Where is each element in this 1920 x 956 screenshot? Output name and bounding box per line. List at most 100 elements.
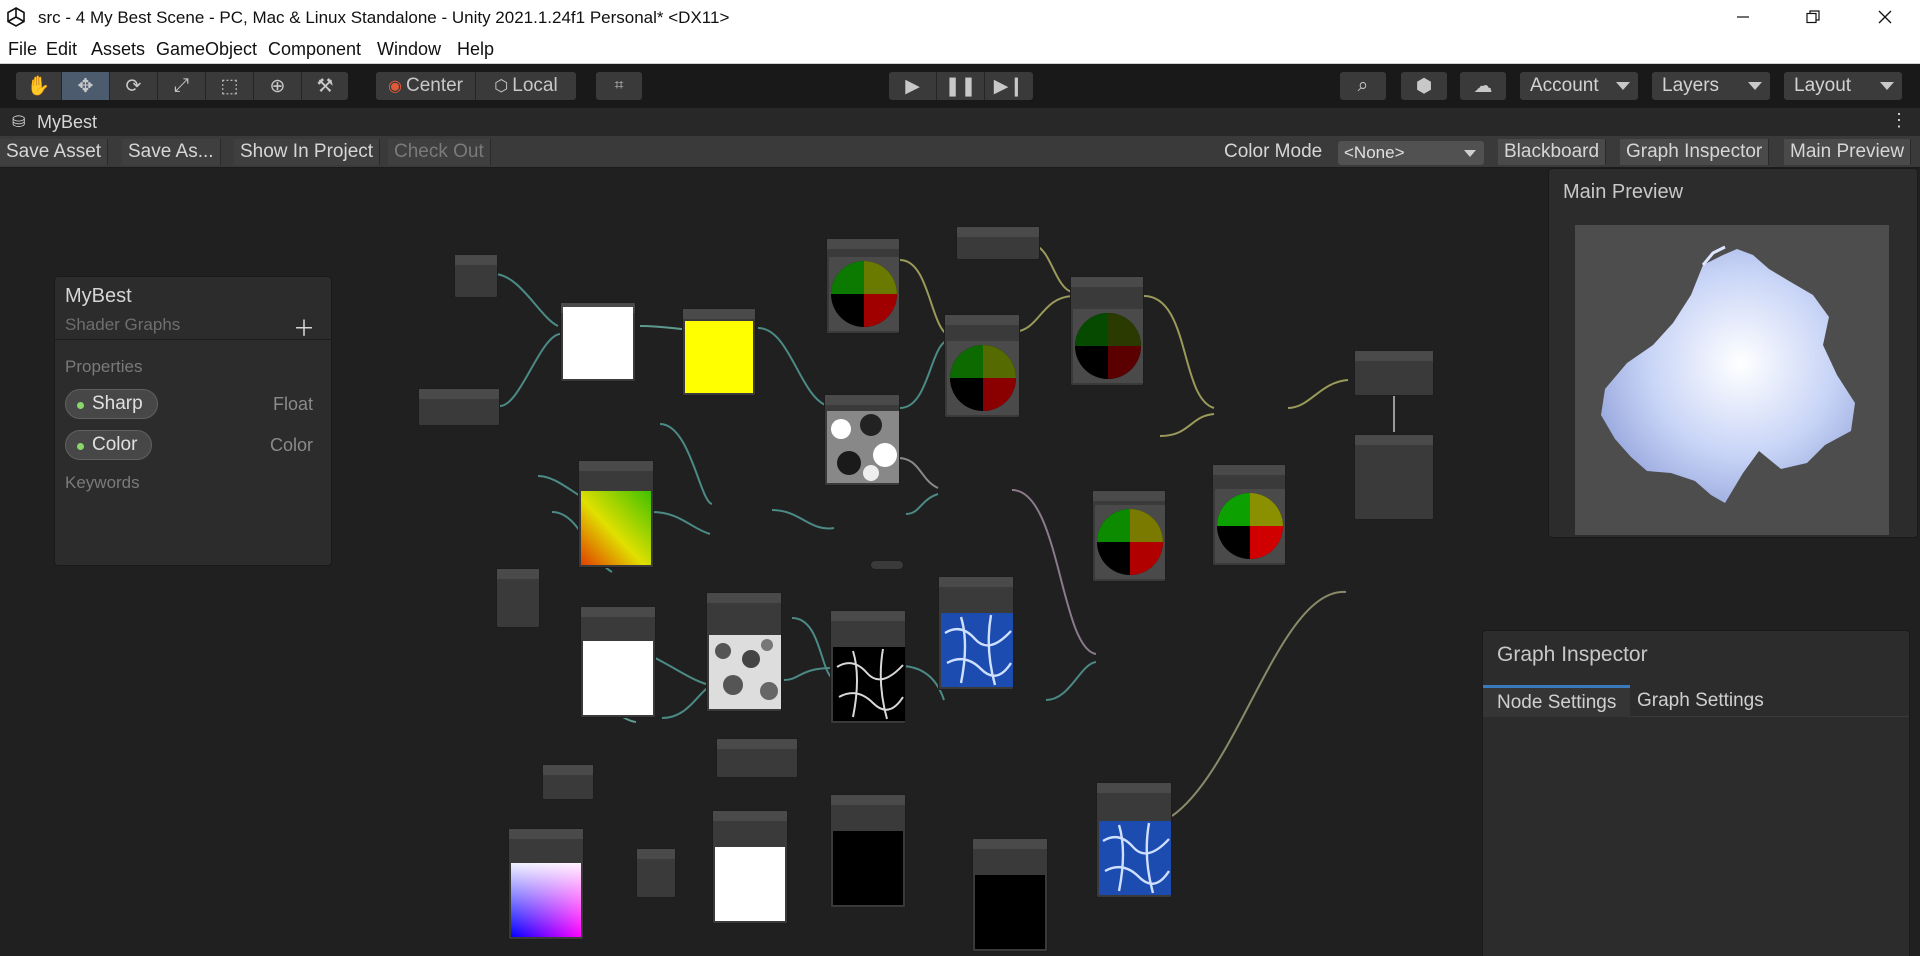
voronoi-node[interactable]: [706, 592, 782, 712]
node-header: [455, 255, 497, 265]
vertex-master-node[interactable]: [1354, 350, 1434, 396]
node-header: [419, 389, 499, 399]
wire: [659, 423, 713, 505]
slider-node[interactable]: [956, 226, 1040, 260]
pivot-icon: ◉: [388, 78, 402, 95]
multiply-node[interactable]: [580, 606, 656, 718]
graph-inspector-title: Graph Inspector: [1497, 643, 1648, 666]
split-node[interactable]: [636, 848, 676, 898]
normal-vector-node[interactable]: [826, 238, 900, 334]
position-node[interactable]: [1092, 490, 1166, 582]
blackboard-toggle[interactable]: Blackboard: [1498, 139, 1607, 165]
property-name: Sharp: [92, 393, 143, 414]
tab-title[interactable]: MyBest: [37, 112, 97, 133]
save-as-button[interactable]: Save As...: [122, 139, 221, 165]
search-button[interactable]: ⌕: [1340, 72, 1386, 100]
tab-graph-settings[interactable]: Graph Settings: [1623, 685, 1778, 717]
menu-file[interactable]: File: [8, 39, 37, 60]
wire: [493, 273, 559, 327]
node-header: [497, 569, 539, 579]
node-preview: [685, 321, 753, 393]
menu-help[interactable]: Help: [457, 39, 494, 60]
multiply-node[interactable]: [944, 314, 1020, 418]
tiling-offset-node[interactable]: [682, 308, 756, 396]
preview-viewport[interactable]: [1575, 225, 1889, 535]
wire: [899, 259, 951, 337]
scene-depth-node[interactable]: [542, 764, 594, 800]
menu-component[interactable]: Component: [268, 39, 361, 60]
menu-assets[interactable]: Assets: [91, 39, 145, 60]
layout-dropdown[interactable]: Layout: [1784, 72, 1902, 100]
add-node[interactable]: [1096, 782, 1172, 898]
pivot-center-button[interactable]: ◉ Center: [376, 72, 476, 100]
title-bar: src - 4 My Best Scene - PC, Mac & Linux …: [0, 0, 1920, 36]
wire: [905, 493, 939, 515]
time-node[interactable]: [496, 568, 540, 628]
more-options-icon[interactable]: ⋮: [1890, 110, 1908, 131]
pause-button[interactable]: ❚❚: [937, 72, 985, 100]
transform-tool-button[interactable]: ⊕: [254, 72, 302, 100]
show-in-project-button[interactable]: Show In Project: [234, 139, 381, 165]
slider-node[interactable]: [716, 738, 798, 778]
screen-position-node[interactable]: [508, 828, 584, 940]
subtract-node[interactable]: [830, 794, 906, 908]
gradient-noise-node[interactable]: [824, 394, 900, 486]
custom-tool-button[interactable]: ⚒: [302, 72, 348, 100]
move-tool-button[interactable]: ✥: [62, 72, 110, 100]
node-preview: [1215, 489, 1285, 563]
slider-node[interactable]: [418, 388, 500, 426]
grid-snap-button[interactable]: ⌗: [596, 72, 642, 100]
hand-tool-button[interactable]: ✋: [16, 72, 62, 100]
graph-toolbar: Save Asset Save As... Show In Project Ch…: [0, 136, 1920, 168]
node-header: [543, 765, 593, 775]
pivot-local-button[interactable]: ⬡ Local: [476, 72, 576, 100]
graph-canvas[interactable]: MyBest Shader Graphs ＋ Properties Sharp …: [0, 168, 1920, 956]
close-button[interactable]: [1850, 0, 1920, 34]
shader-graph-icon: ⛁: [12, 114, 26, 131]
wire: [897, 457, 939, 489]
multiply-node[interactable]: [560, 302, 636, 382]
account-label: Account: [1530, 75, 1599, 96]
search-group: ⌕: [1340, 72, 1386, 100]
node-header: [831, 795, 905, 805]
menu-gameobject[interactable]: GameObject: [156, 39, 257, 60]
fragment-master-node[interactable]: [1354, 434, 1434, 520]
save-asset-button[interactable]: Save Asset: [0, 139, 109, 165]
property-color[interactable]: Color: [65, 430, 153, 460]
color-mode-dropdown[interactable]: <None>: [1338, 141, 1484, 165]
grid-snap-group: ⌗: [596, 72, 642, 100]
rect-tool-button[interactable]: ⬚: [206, 72, 254, 100]
layers-dropdown[interactable]: Layers: [1652, 72, 1770, 100]
subtract-node[interactable]: [712, 810, 788, 924]
add-node[interactable]: [938, 576, 1014, 690]
smoothstep-node[interactable]: [972, 838, 1048, 952]
main-preview-toggle[interactable]: Main Preview: [1784, 139, 1912, 165]
cloud-button[interactable]: ☁: [1460, 72, 1506, 100]
node-preview: [975, 875, 1045, 949]
account-dropdown[interactable]: Account: [1520, 72, 1638, 100]
node-header: [939, 577, 1013, 587]
gradient-node[interactable]: [578, 460, 654, 568]
multiply-node[interactable]: [1070, 276, 1144, 386]
property-sharp[interactable]: Sharp: [65, 389, 158, 419]
tab-node-settings[interactable]: Node Settings: [1483, 685, 1631, 717]
step-button[interactable]: ▶❙: [985, 72, 1033, 100]
menu-window[interactable]: Window: [377, 39, 441, 60]
play-button[interactable]: ▶: [889, 72, 937, 100]
restore-button[interactable]: [1778, 0, 1848, 34]
power-node[interactable]: [830, 610, 906, 724]
graph-inspector-toggle[interactable]: Graph Inspector: [1620, 139, 1770, 165]
minimize-button[interactable]: [1708, 0, 1778, 34]
grid-snap-icon: ⌗: [614, 77, 624, 94]
check-out-button[interactable]: Check Out: [388, 139, 491, 165]
node-preview: [581, 491, 651, 565]
collab-button[interactable]: ⬢: [1401, 72, 1447, 100]
menu-edit[interactable]: Edit: [46, 39, 77, 60]
time-node[interactable]: [454, 254, 498, 298]
add-node[interactable]: [1212, 464, 1286, 566]
node-header: [825, 395, 899, 405]
scale-tool-button[interactable]: ⤢: [158, 72, 206, 100]
rotate-tool-button[interactable]: ⟳: [110, 72, 158, 100]
wire: [1171, 590, 1347, 817]
property-reference-node[interactable]: [870, 560, 904, 570]
